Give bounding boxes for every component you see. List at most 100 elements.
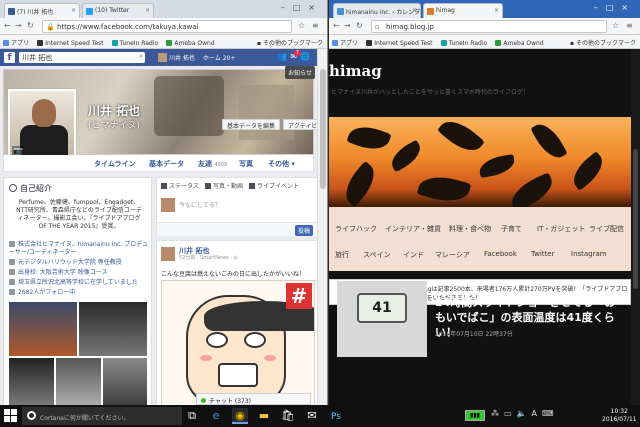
facebook-logo[interactable]: f xyxy=(4,52,15,63)
close-window-icon[interactable]: × xyxy=(308,3,323,12)
profile-picture[interactable]: 📷 xyxy=(8,89,76,159)
article-thumbnail[interactable]: 41 xyxy=(337,281,427,357)
status-tab[interactable]: ステータス xyxy=(161,181,199,190)
nav-travel[interactable]: 旅行 xyxy=(335,250,349,260)
bookmark-tunein[interactable]: TuneIn Radio xyxy=(109,37,161,47)
intro-row-work[interactable]: 株式会社ヒマナイヌ、himanainu inc. プロデューサー/コーディネータ… xyxy=(9,241,151,257)
avatar[interactable] xyxy=(161,247,175,261)
bookmark-speedtest[interactable]: Internet Speed Test xyxy=(363,37,435,47)
bookmark-ameba[interactable]: Ameba Ownd xyxy=(492,37,546,47)
cortana-search[interactable]: Cortanaに何か聞いてください。 xyxy=(22,407,182,425)
tab-timeline[interactable]: タイムライン xyxy=(94,159,136,169)
facebook-search-input[interactable]: 川井 拓也 ⌕ xyxy=(19,52,145,63)
bookmark-tunein[interactable]: TuneIn Radio xyxy=(438,37,490,47)
reload-icon[interactable]: ↻ xyxy=(27,21,34,30)
scrollbar[interactable] xyxy=(317,49,327,405)
nav-facebook[interactable]: Facebook xyxy=(484,250,517,258)
header-user-link[interactable]: 川井 拓也 xyxy=(158,53,195,62)
bookmark-other[interactable]: ▪ その他のブックマーク xyxy=(570,38,636,47)
close-tab-icon[interactable]: × xyxy=(71,7,76,14)
file-explorer-icon[interactable]: ▬ xyxy=(256,408,272,424)
photo-thumbnail[interactable] xyxy=(9,358,54,405)
photo-thumbnail[interactable] xyxy=(103,358,147,405)
address-bar[interactable]: ▫ himag.blog.jp xyxy=(371,20,607,33)
bookmark-apps[interactable]: アプリ xyxy=(329,35,361,47)
address-bar[interactable]: 🔒 https://www.facebook.com/takuya.kawai xyxy=(42,20,292,33)
chrome-icon[interactable]: ◉ xyxy=(232,408,248,424)
maximize-icon[interactable]: □ xyxy=(293,3,309,12)
bookmark-ameba[interactable]: Ameba Ownd xyxy=(163,37,217,47)
nav-live[interactable]: ライブ配信 xyxy=(589,224,624,234)
nav-interior[interactable]: インテリア・雑貨 xyxy=(385,224,441,234)
photo-thumbnail[interactable] xyxy=(56,358,101,405)
photoshop-icon[interactable]: Ps xyxy=(328,408,344,424)
tab-facebook[interactable]: (7) 川井 拓也 × xyxy=(4,3,80,18)
photo-video-tab[interactable]: 写真・動画 xyxy=(205,181,243,190)
nav-india[interactable]: インド xyxy=(403,250,424,260)
tab-twitter[interactable]: (10) Twitter × xyxy=(82,3,154,18)
close-tab-icon[interactable]: × xyxy=(145,7,150,14)
bookmark-other[interactable]: ▪ その他のブックマーク xyxy=(257,38,323,47)
home-link[interactable]: ホーム 20+ xyxy=(203,53,235,62)
post-button[interactable]: 投稿 xyxy=(294,225,313,236)
mail-icon[interactable]: ✉ xyxy=(304,408,320,424)
nav-twitter[interactable]: Twitter xyxy=(531,250,554,258)
notification-icon[interactable]: ▭ xyxy=(504,409,517,418)
camera-icon[interactable]: 📷 xyxy=(12,146,24,155)
back-icon[interactable]: ← xyxy=(4,21,11,30)
scrollbar[interactable] xyxy=(631,49,640,405)
intro-row-followers[interactable]: 2682人がフォロー中 xyxy=(9,289,151,297)
tab-more[interactable]: その他 ▾ xyxy=(268,159,295,169)
star-icon[interactable]: ☆ xyxy=(298,21,305,30)
ime-icon[interactable]: A xyxy=(532,409,542,418)
menu-icon[interactable]: ≡ xyxy=(312,21,319,30)
nav-malaysia[interactable]: マレーシア xyxy=(435,250,470,260)
chat-bar[interactable]: チャット (373) xyxy=(196,393,311,405)
close-tab-icon[interactable]: × xyxy=(412,7,417,14)
nav-instagram[interactable]: Instagram xyxy=(571,250,607,258)
clock[interactable]: 10:32 2016/07/11 xyxy=(602,408,637,424)
tab-himag[interactable]: himag × xyxy=(423,3,503,18)
photo-thumbnail[interactable] xyxy=(9,302,77,356)
tab-photos[interactable]: 写真 xyxy=(239,159,253,169)
intro-row-highschool[interactable]: 埼玉県立所沢北高等学校に在学していました xyxy=(9,279,151,287)
nav-it-gadget[interactable]: IT・ガジェット xyxy=(537,224,585,234)
intro-row-past-work[interactable]: 元デジタルハリウッド大学院 専任教授 xyxy=(9,259,151,267)
menu-icon[interactable]: ≡ xyxy=(626,21,633,30)
back-icon[interactable]: ← xyxy=(333,21,340,30)
bookmark-apps[interactable]: アプリ xyxy=(0,35,32,47)
nav-lifehack[interactable]: ライフハック xyxy=(335,224,377,234)
close-tab-icon[interactable]: × xyxy=(494,7,499,14)
maximize-icon[interactable]: □ xyxy=(606,3,622,12)
bookmark-speedtest[interactable]: Internet Speed Test xyxy=(34,37,106,47)
activity-log-button[interactable]: アクティビ xyxy=(283,119,319,130)
nav-parenting[interactable]: 子育て xyxy=(501,224,522,234)
tab-calendar[interactable]: himanainu inc. - カレンダ × xyxy=(333,3,421,18)
search-icon[interactable]: ⌕ xyxy=(139,52,143,61)
tab-about[interactable]: 基本データ xyxy=(149,159,184,169)
photo-thumbnail[interactable] xyxy=(79,302,147,356)
volume-icon[interactable]: 🔈 xyxy=(517,409,532,418)
blog-title[interactable]: himag xyxy=(329,62,382,80)
intro-row-education[interactable]: 出身校: 大阪芸術大学 映像コース xyxy=(9,269,151,277)
minimize-icon[interactable]: – xyxy=(281,3,293,12)
post-image[interactable]: # xyxy=(161,280,315,405)
live-event-tab[interactable]: ライブイベント xyxy=(249,181,299,190)
minimize-icon[interactable]: – xyxy=(594,3,606,12)
notice-label[interactable]: お知らせ xyxy=(285,66,315,79)
battery-indicator-icon[interactable]: ▮▮▮ xyxy=(465,410,485,421)
start-button[interactable] xyxy=(4,409,18,423)
tab-friends[interactable]: 友達 4998 xyxy=(198,159,227,169)
reload-icon[interactable]: ↻ xyxy=(356,21,363,30)
forward-icon[interactable]: → xyxy=(344,21,351,30)
network-icon[interactable]: ⁂ xyxy=(491,409,504,418)
close-window-icon[interactable]: × xyxy=(621,3,636,12)
task-view-icon[interactable]: ⧉ xyxy=(184,408,200,424)
forward-icon[interactable]: → xyxy=(15,21,22,30)
notifications-icon[interactable]: 🌐 xyxy=(300,52,313,61)
keyboard-icon[interactable]: ⌨ xyxy=(542,409,559,418)
star-icon[interactable]: ☆ xyxy=(612,21,619,30)
composer-input[interactable]: 今なにしてる？ xyxy=(179,200,221,209)
edge-icon[interactable]: e xyxy=(208,408,224,424)
edit-profile-button[interactable]: 基本データを編集 xyxy=(222,119,281,130)
